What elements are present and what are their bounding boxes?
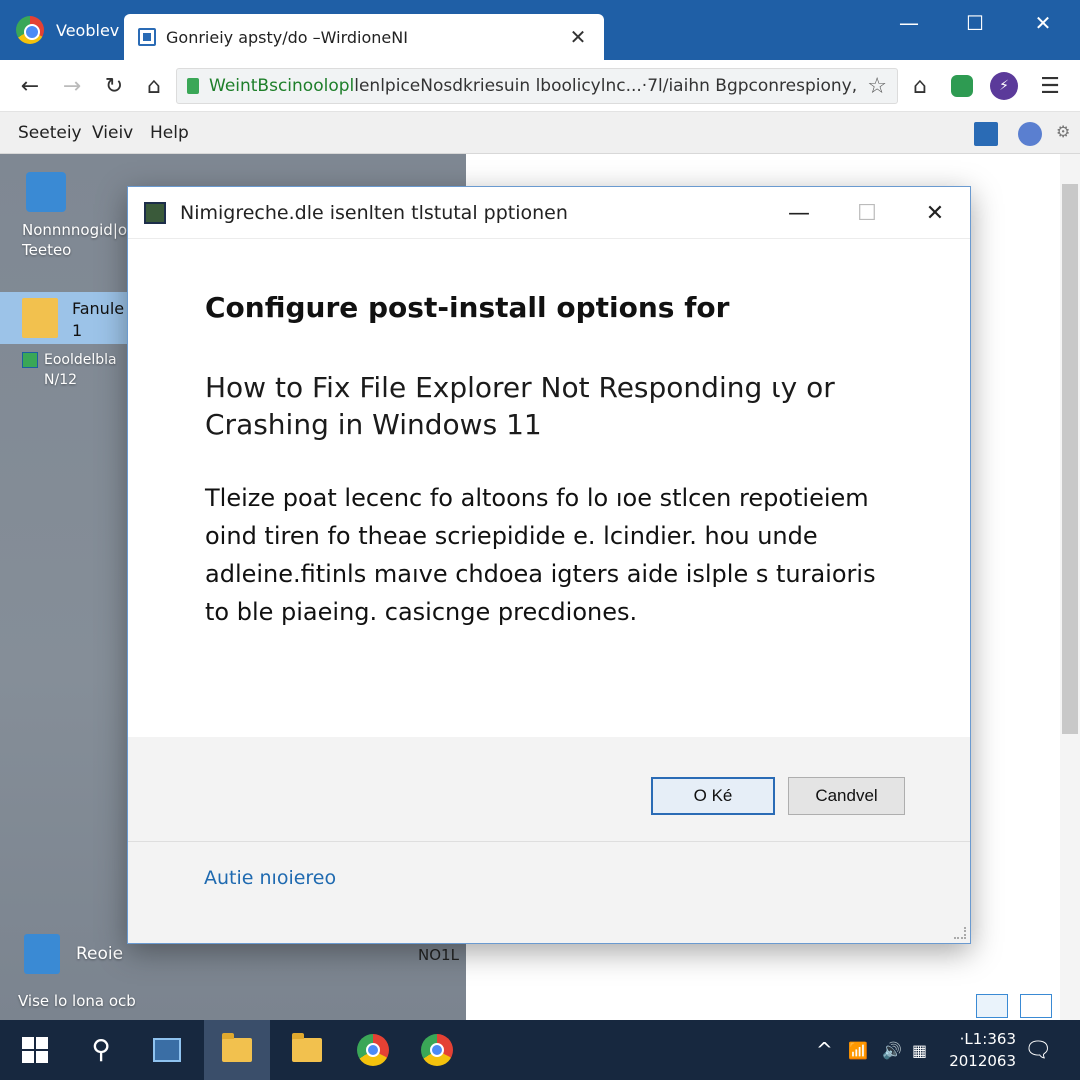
page-fragment-text: NO1L <box>418 946 459 964</box>
desktop-icon-label: Eooldelbla N/12 <box>44 352 117 388</box>
window-icon <box>153 1038 181 1062</box>
taskbar-folder[interactable] <box>274 1020 340 1080</box>
folder-icon <box>22 298 58 338</box>
menu-button[interactable]: ☰ <box>1034 70 1066 102</box>
network-icon[interactable]: 📶 <box>848 1020 868 1080</box>
taskbar-chrome-2[interactable] <box>404 1020 470 1080</box>
search-button[interactable]: ⚲ <box>68 1020 134 1080</box>
desktop-icon-label: Reoie <box>76 944 124 964</box>
resize-grip[interactable] <box>954 927 966 939</box>
view-list-icon[interactable] <box>976 994 1008 1018</box>
page-icon <box>138 28 156 46</box>
dialog-title: Nimigreche.dle isenlten tlstutal pptione… <box>180 201 568 224</box>
lock-icon <box>187 78 199 94</box>
desktop-icon-label: Fanule 1 <box>72 299 125 340</box>
chrome-icon <box>357 1034 389 1066</box>
menu-view[interactable]: Vieiv <box>92 123 133 143</box>
taskbar-chrome[interactable] <box>340 1020 406 1080</box>
globe-icon[interactable] <box>1018 122 1042 146</box>
url-path: lenl­piceNosdkriesuin lboolicylnc...·7l/… <box>354 76 858 96</box>
scrollbar-thumb[interactable] <box>1062 184 1078 734</box>
chrome-icon <box>421 1034 453 1066</box>
url-domain: WeintBscinoolopl <box>209 76 355 96</box>
view-detail-icon[interactable] <box>1020 994 1052 1018</box>
windows-logo-icon <box>22 1037 48 1063</box>
tab-label: Veoblev <box>56 20 120 40</box>
dialog-minimize-button[interactable]: — <box>776 195 822 231</box>
desktop-icon-recycle[interactable]: Reoie <box>24 934 144 974</box>
tray-overflow-icon[interactable]: ^ <box>816 1020 833 1080</box>
share-icon[interactable] <box>974 122 998 146</box>
desktop-icon-label: Nonnnnogid|o Teeteo <box>22 221 128 259</box>
post-install-dialog: Nimigreche.dle isenlten tlstutal pptione… <box>127 186 971 944</box>
close-button[interactable]: ✕ <box>1016 6 1070 40</box>
taskbar: ⚲ ^ 📶 🔊 ▦ ·L1:363 2012063 🗨 <box>0 1020 1080 1080</box>
address-bar[interactable]: WeintBscinoolopllenl­piceNosdkriesuin lb… <box>176 68 898 104</box>
more-options-link[interactable]: Autie nıoiereo <box>204 867 336 889</box>
extension-purple-icon[interactable]: ⚡ <box>990 72 1018 100</box>
volume-icon[interactable]: 🔊 <box>882 1020 902 1080</box>
footer-divider <box>128 841 970 842</box>
desktop-icon-label: Vise lo lona ocb <box>18 992 136 1010</box>
dialog-body-text: Tleize poat lecenc fo altoons fo lo ıoe … <box>205 484 876 626</box>
url-text: WeintBscinoolopllenl­piceNosdkriesuin lb… <box>209 76 859 96</box>
home-button[interactable]: ⌂ <box>138 70 170 102</box>
dialog-subheading: How to Fix File Explorer Not Responding … <box>205 371 835 441</box>
tab-veoblev[interactable]: Veoblev <box>0 0 128 60</box>
ok-button[interactable]: O Ké <box>651 777 775 815</box>
clock-time: ·L1:363 <box>959 1030 1016 1048</box>
clock-date: 2012063 <box>949 1052 1016 1070</box>
browser-titlebar: Veoblev Gonrieiy apsty/do –WirdioneNI ✕ … <box>0 0 1080 60</box>
tab-label: Gonrieiy apsty/do –WirdioneNI <box>166 27 408 47</box>
maximize-button[interactable]: ☐ <box>948 6 1002 40</box>
menu-help[interactable]: Help <box>150 123 189 143</box>
start-button[interactable] <box>2 1020 68 1080</box>
taskbar-clock[interactable]: ·L1:363 2012063 <box>936 1028 1016 1072</box>
app-icon <box>144 201 166 224</box>
back-button[interactable]: ← <box>14 70 46 102</box>
computer-icon <box>26 172 66 212</box>
bookmark-star-icon[interactable]: ☆ <box>867 74 887 99</box>
menu-bar: Seeteiy Vieiv Help ⚙ <box>0 112 1080 154</box>
menu-security[interactable]: Seeteiy <box>18 123 82 143</box>
dialog-maximize-button[interactable]: ☐ <box>844 195 890 231</box>
desktop-icon-shortcut[interactable]: Eooldelbla N/12 <box>22 350 130 390</box>
chrome-icon <box>16 16 44 44</box>
tab-active[interactable]: Gonrieiy apsty/do –WirdioneNI ✕ <box>124 14 604 60</box>
browser-toolbar: ← → ↻ ⌂ WeintBscinoolopllenl­piceNosdkri… <box>0 60 1080 112</box>
language-icon[interactable]: ▦ <box>912 1020 927 1080</box>
folder-icon <box>292 1033 322 1062</box>
desktop-icon-file[interactable]: Fanule 1 <box>22 298 130 342</box>
taskbar-explorer[interactable] <box>134 1020 200 1080</box>
cancel-button[interactable]: Candvel <box>788 777 905 815</box>
search-icon: ⚲ <box>91 1035 111 1065</box>
minimize-button[interactable]: — <box>882 6 936 40</box>
forward-button[interactable]: → <box>56 70 88 102</box>
dialog-footer <box>128 737 970 943</box>
home-right-button[interactable]: ⌂ <box>904 70 936 102</box>
recycle-bin-icon <box>24 934 60 974</box>
folder-icon <box>222 1033 252 1062</box>
extension-green-icon[interactable] <box>951 75 973 97</box>
taskbar-files-active[interactable] <box>204 1020 270 1080</box>
dialog-close-button[interactable]: ✕ <box>912 195 958 231</box>
notifications-icon[interactable]: 🗨 <box>1024 1020 1052 1080</box>
reload-button[interactable]: ↻ <box>98 70 130 102</box>
desktop-icon-network[interactable]: Nonnnnogid|o Teeteo <box>22 172 142 260</box>
dialog-heading: Configure post-install options for <box>205 291 730 324</box>
tab-close-icon[interactable]: ✕ <box>566 25 590 49</box>
shortcut-icon <box>22 352 38 368</box>
settings-icon[interactable]: ⚙ <box>1056 122 1072 146</box>
